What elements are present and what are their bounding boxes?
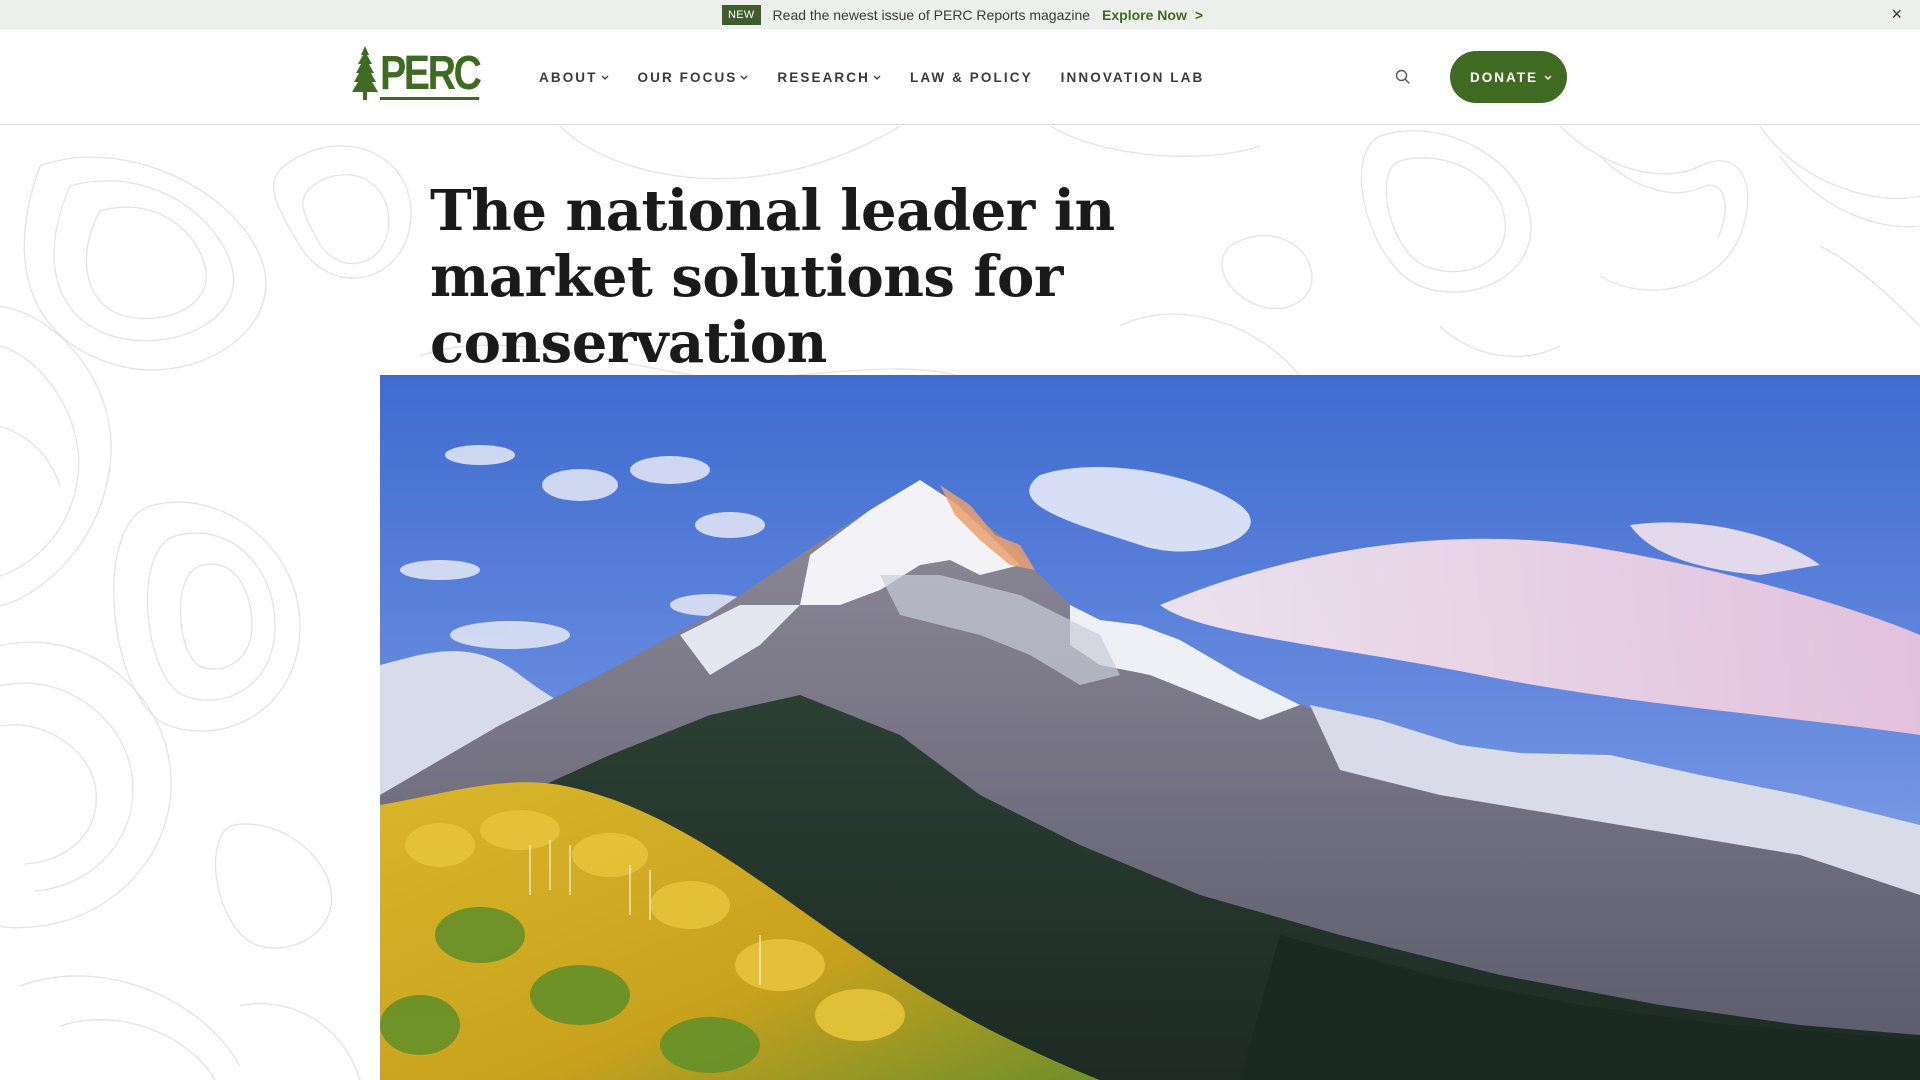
nav-item-label: ABOUT xyxy=(539,69,598,85)
announcement-text: Read the newest issue of PERC Reports ma… xyxy=(772,6,1091,23)
chevron-down-icon xyxy=(873,75,881,80)
chevron-down-icon xyxy=(1544,75,1552,80)
nav-item-label: LAW & POLICY xyxy=(909,69,1033,85)
new-badge: NEW xyxy=(721,4,761,25)
nav-item-about[interactable]: ABOUT xyxy=(539,70,610,85)
logo-wordmark: PERC xyxy=(380,47,482,100)
nav-item-label: RESEARCH xyxy=(777,69,870,85)
chevron-down-icon xyxy=(740,75,748,80)
search-button[interactable] xyxy=(1394,68,1412,86)
hero-image xyxy=(380,375,1920,1080)
nav-item-label: INNOVATION LAB xyxy=(1060,69,1205,85)
explore-now-link[interactable]: Explore Now xyxy=(1102,7,1187,23)
nav-item-our-focus[interactable]: OUR FOCUS xyxy=(638,70,750,85)
mountain-landscape-image xyxy=(380,375,1920,1080)
hero-title: The national leader in market solutions … xyxy=(430,178,1115,376)
donate-label: DONATE xyxy=(1470,69,1538,85)
chevron-down-icon xyxy=(601,75,608,80)
pine-tree-icon xyxy=(352,46,378,100)
nav-item-law-policy[interactable]: LAW & POLICY xyxy=(910,70,1033,85)
announcement-bar: NEW Read the newest issue of PERC Report… xyxy=(0,0,1920,29)
close-icon[interactable]: × xyxy=(1891,4,1902,24)
chevron-right-icon[interactable]: > xyxy=(1195,7,1203,23)
nav-item-label: OUR FOCUS xyxy=(637,69,738,85)
site-header: PERC ABOUT OUR FOCUS RESEARCH LAW & POLI… xyxy=(0,29,1920,125)
search-icon xyxy=(1395,69,1410,84)
nav-item-research[interactable]: RESEARCH xyxy=(777,70,882,85)
donate-button[interactable]: DONATE xyxy=(1450,51,1567,103)
perc-logo[interactable]: PERC xyxy=(352,46,501,100)
nav-item-innovation-lab[interactable]: INNOVATION LAB xyxy=(1061,70,1205,85)
main-nav: ABOUT OUR FOCUS RESEARCH LAW & POLICY IN… xyxy=(539,29,1204,125)
announcement-content: NEW Read the newest issue of PERC Report… xyxy=(721,4,1203,25)
